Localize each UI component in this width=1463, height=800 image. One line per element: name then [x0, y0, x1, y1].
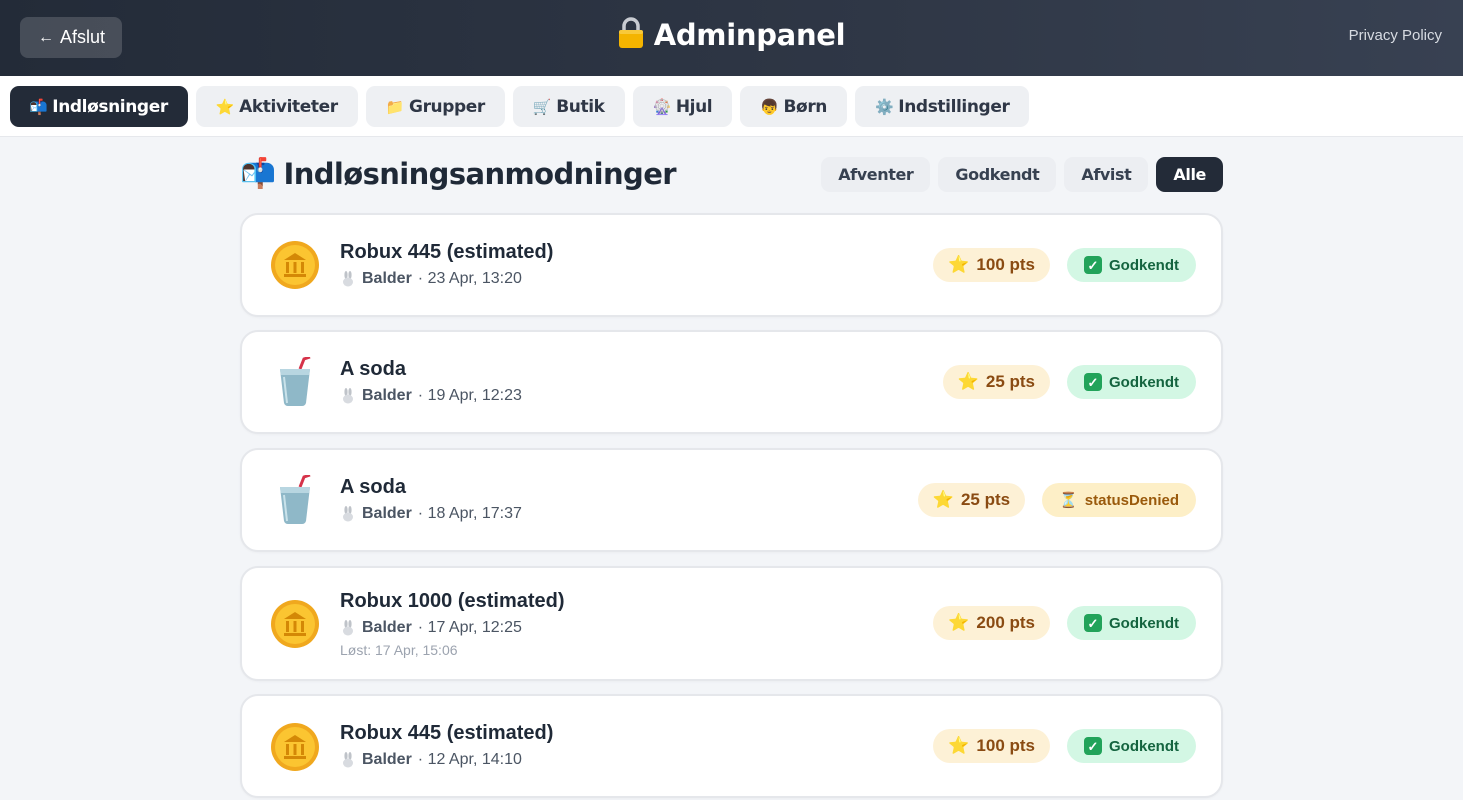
cup-icon	[280, 357, 311, 406]
filter-alle[interactable]: Alle	[1156, 157, 1223, 192]
tab-label: Indstillinger	[898, 96, 1010, 117]
page-title-text: Indløsningsanmodninger	[283, 156, 677, 191]
status-badge: ✓ Godkendt	[1067, 729, 1196, 763]
redemption-name: Robux 445 (estimated)	[340, 722, 554, 744]
redemption-user: Balder	[362, 505, 412, 522]
tab-label: Hjul	[675, 96, 713, 117]
top-bar: ← Afslut Adminpanel Privacy Policy	[0, 0, 1463, 76]
redemption-user: Balder	[362, 387, 412, 404]
boy-icon: 👦	[760, 97, 779, 116]
cup-icon	[280, 475, 311, 524]
redemption-user: Balder	[362, 751, 412, 768]
redemption-date: · 17 Apr, 12:25	[417, 619, 522, 636]
app-title: Adminpanel	[0, 17, 1463, 52]
star-icon: ⭐	[948, 613, 970, 632]
redemption-date: · 19 Apr, 12:23	[417, 387, 522, 404]
points-value: 25 pts	[960, 490, 1011, 509]
redemption-card[interactable]: A soda Balder · 19 Apr, 12:23 ⭐ 25 pts ✓ G…	[240, 330, 1223, 434]
status-badge: ✓ Godkendt	[1067, 365, 1196, 399]
filter-afvist[interactable]: Afvist	[1064, 157, 1149, 192]
tab-born[interactable]: 👦 Børn	[740, 86, 848, 127]
status-text: Godkendt	[1109, 614, 1179, 632]
star-icon: ⭐	[948, 255, 970, 274]
redemption-date: · 23 Apr, 13:20	[417, 270, 522, 287]
redemption-card[interactable]: A soda Balder · 18 Apr, 17:37 ⭐ 25 pts ⏳ s…	[240, 448, 1223, 552]
check-icon: ✓	[1084, 614, 1102, 632]
status-text: Godkendt	[1109, 373, 1179, 391]
folder-icon: 📁	[385, 97, 405, 116]
tab-indstillinger[interactable]: ⚙️ Indstillinger	[855, 86, 1030, 127]
status-text: Godkendt	[1109, 737, 1179, 755]
points-badge: ⭐ 200 pts	[933, 606, 1050, 640]
points-badge: ⭐ 100 pts	[933, 248, 1050, 282]
points-badge: ⭐ 100 pts	[933, 729, 1050, 763]
page-title: 📬 Indløsningsanmodninger	[240, 156, 677, 191]
gear-icon: ⚙️	[875, 97, 894, 116]
points-badge: ⭐ 25 pts	[942, 365, 1050, 399]
tab-aktiviteter[interactable]: ⭐ Aktiviteter	[195, 86, 358, 127]
redemption-card[interactable]: Robux 445 (estimated) Balder · 12 Apr, 1…	[240, 694, 1223, 798]
check-icon: ✓	[1084, 373, 1102, 391]
star-icon: ⭐	[215, 97, 235, 116]
points-value: 100 pts	[976, 255, 1035, 274]
rabbit-icon	[343, 620, 353, 636]
points-value: 200 pts	[976, 613, 1035, 632]
tab-label: Butik	[556, 96, 605, 117]
redemption-name: A soda	[340, 358, 406, 380]
status-text: Godkendt	[1109, 256, 1179, 274]
redemption-card[interactable]: Robux 1000 (estimated) Balder · 17 Apr, …	[240, 566, 1223, 681]
privacy-policy-link[interactable]: Privacy Policy	[1349, 27, 1442, 44]
status-badge: ✓ Godkendt	[1067, 248, 1196, 282]
points-badge: ⭐ 25 pts	[917, 483, 1026, 517]
tab-label: Indløsninger	[52, 96, 168, 117]
main-content: 📬 Indløsningsanmodninger Afventer Godken…	[240, 137, 1223, 798]
coin-icon	[271, 600, 319, 648]
ferris-wheel-icon: 🎡	[652, 97, 672, 116]
mailbox-icon: 📬	[29, 97, 48, 116]
star-icon: ⭐	[932, 490, 954, 509]
tab-label: Aktiviteter	[239, 96, 338, 117]
redemption-name: A soda	[340, 476, 406, 498]
mailbox-icon: 📬	[240, 156, 276, 190]
redemption-user: Balder	[362, 619, 412, 636]
tab-indlosninger[interactable]: 📬 Indløsninger	[10, 86, 188, 127]
hourglass-icon: ⏳	[1059, 492, 1078, 509]
resolved-date: Løst: 17 Apr, 15:06	[340, 642, 458, 658]
check-icon: ✓	[1084, 256, 1102, 274]
coin-icon	[271, 723, 319, 771]
tab-grupper[interactable]: 📁 Grupper	[365, 86, 505, 127]
tab-hjul[interactable]: 🎡 Hjul	[632, 86, 733, 127]
coin-icon	[271, 241, 319, 289]
redemption-user: Balder	[362, 270, 412, 287]
status-badge: ✓ Godkendt	[1067, 606, 1196, 640]
app-title-text: Adminpanel	[653, 18, 846, 52]
points-value: 100 pts	[976, 736, 1035, 755]
redemption-date: · 12 Apr, 14:10	[417, 751, 522, 768]
rabbit-icon	[343, 506, 353, 522]
points-value: 25 pts	[985, 372, 1035, 391]
tab-label: Grupper	[409, 96, 485, 117]
status-badge: ⏳ statusDenied	[1042, 483, 1196, 517]
check-icon: ✓	[1084, 737, 1102, 755]
lock-icon	[618, 17, 643, 48]
status-filter-group: Afventer Godkendt Afvist Alle	[821, 157, 1223, 192]
status-text: statusDenied	[1084, 491, 1179, 509]
rabbit-icon	[343, 388, 353, 404]
tab-bar: 📬 Indløsninger ⭐ Aktiviteter 📁 Grupper 🛒…	[0, 76, 1463, 137]
redemption-card[interactable]: Robux 445 (estimated) Balder · 23 Apr, 1…	[240, 213, 1223, 317]
cart-icon: 🛒	[532, 97, 552, 116]
star-icon: ⭐	[957, 372, 979, 391]
redemption-name: Robux 445 (estimated)	[340, 241, 554, 263]
redemption-name: Robux 1000 (estimated)	[340, 590, 565, 612]
filter-afventer[interactable]: Afventer	[821, 157, 931, 192]
filter-godkendt[interactable]: Godkendt	[938, 157, 1057, 192]
tab-butik[interactable]: 🛒 Butik	[512, 86, 625, 127]
redemption-date: · 18 Apr, 17:37	[417, 505, 522, 522]
rabbit-icon	[343, 271, 353, 287]
star-icon: ⭐	[948, 736, 970, 755]
tab-label: Børn	[783, 96, 828, 117]
rabbit-icon	[343, 752, 353, 768]
